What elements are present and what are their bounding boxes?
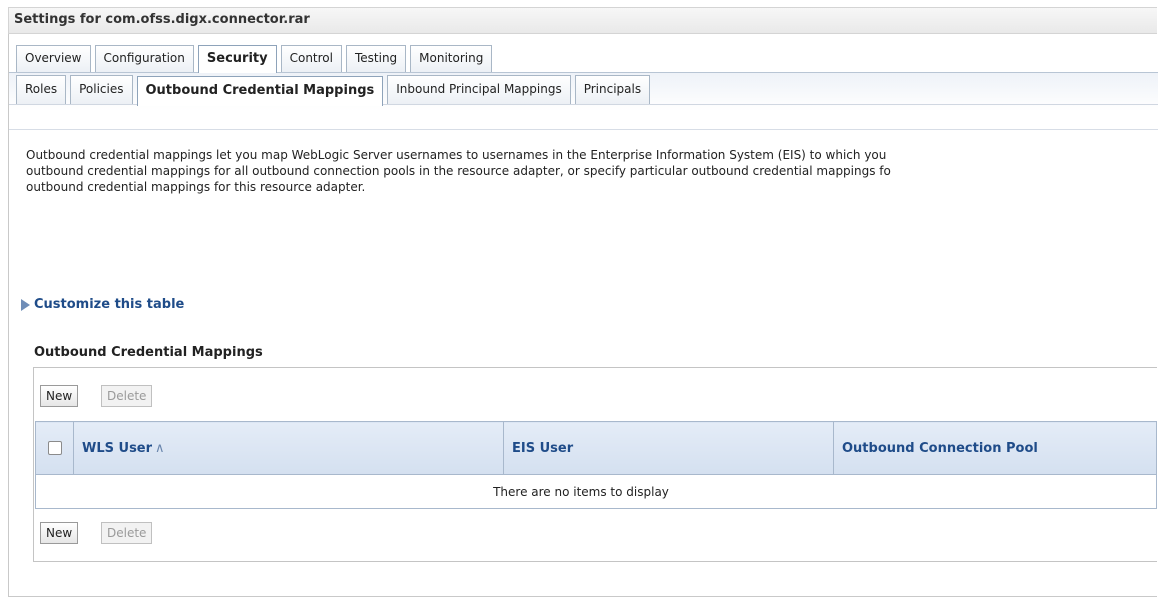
sub-tab-bar: Roles Policies Outbound Credential Mappi… [9,73,1158,130]
column-header-wls-user[interactable]: WLS User ∧ [73,421,504,475]
tab-overview[interactable]: Overview [16,45,91,72]
mappings-table: WLS User ∧ EIS User Outbound Connection P… [35,421,1157,509]
sort-ascending-icon[interactable]: ∧ [155,441,165,456]
table-header-row: WLS User ∧ EIS User Outbound Connection P… [35,421,1157,475]
description-line-1: Outbound credential mappings let you map… [26,148,887,162]
eis-user-header-label: EIS User [512,440,574,456]
description-line-2: outbound credential mappings for all out… [26,164,891,178]
column-header-eis-user[interactable]: EIS User [503,421,834,475]
wls-user-header-label: WLS User [82,440,153,456]
delete-button-bottom[interactable]: Delete [101,522,153,544]
column-header-outbound-connection-pool[interactable]: Outbound Connection Pool [833,421,1157,475]
new-button-top[interactable]: New [40,385,79,407]
subtab-inbound-principal-mappings[interactable]: Inbound Principal Mappings [387,75,571,104]
delete-button-top[interactable]: Delete [101,385,153,407]
new-button-bottom[interactable]: New [40,522,79,544]
subtab-roles[interactable]: Roles [16,75,67,104]
subtab-principals[interactable]: Principals [574,75,651,104]
tab-testing[interactable]: Testing [345,45,407,72]
outbound-pool-header-label: Outbound Connection Pool [842,440,1038,456]
subtab-outbound-credential-mappings[interactable]: Outbound Credential Mappings [136,76,384,106]
expand-triangle-icon [21,298,30,311]
select-all-checkbox[interactable] [47,441,62,455]
select-all-cell [35,421,74,475]
empty-message: There are no items to display [35,474,1157,509]
description-text: Outbound credential mappings let you map… [26,147,1157,195]
page-title: Settings for com.ofss.digx.connector.rar [8,7,1157,34]
table-section-title: Outbound Credential Mappings [34,345,263,360]
mappings-table-container: New Delete WLS User ∧ EIS User Outbound C… [33,367,1157,562]
tab-configuration[interactable]: Configuration [94,45,194,72]
table-empty-row: There are no items to display [35,474,1157,509]
description-line-3: outbound credential mappings for this re… [26,180,366,194]
tab-monitoring[interactable]: Monitoring [410,45,493,72]
customize-table-link[interactable]: Customize this table [21,297,184,312]
tab-security[interactable]: Security [197,45,277,73]
customize-table-label: Customize this table [34,297,185,312]
main-tab-bar: Overview Configuration Security Control … [9,45,1158,73]
subtab-policies[interactable]: Policies [70,75,133,104]
tab-control[interactable]: Control [280,45,342,72]
